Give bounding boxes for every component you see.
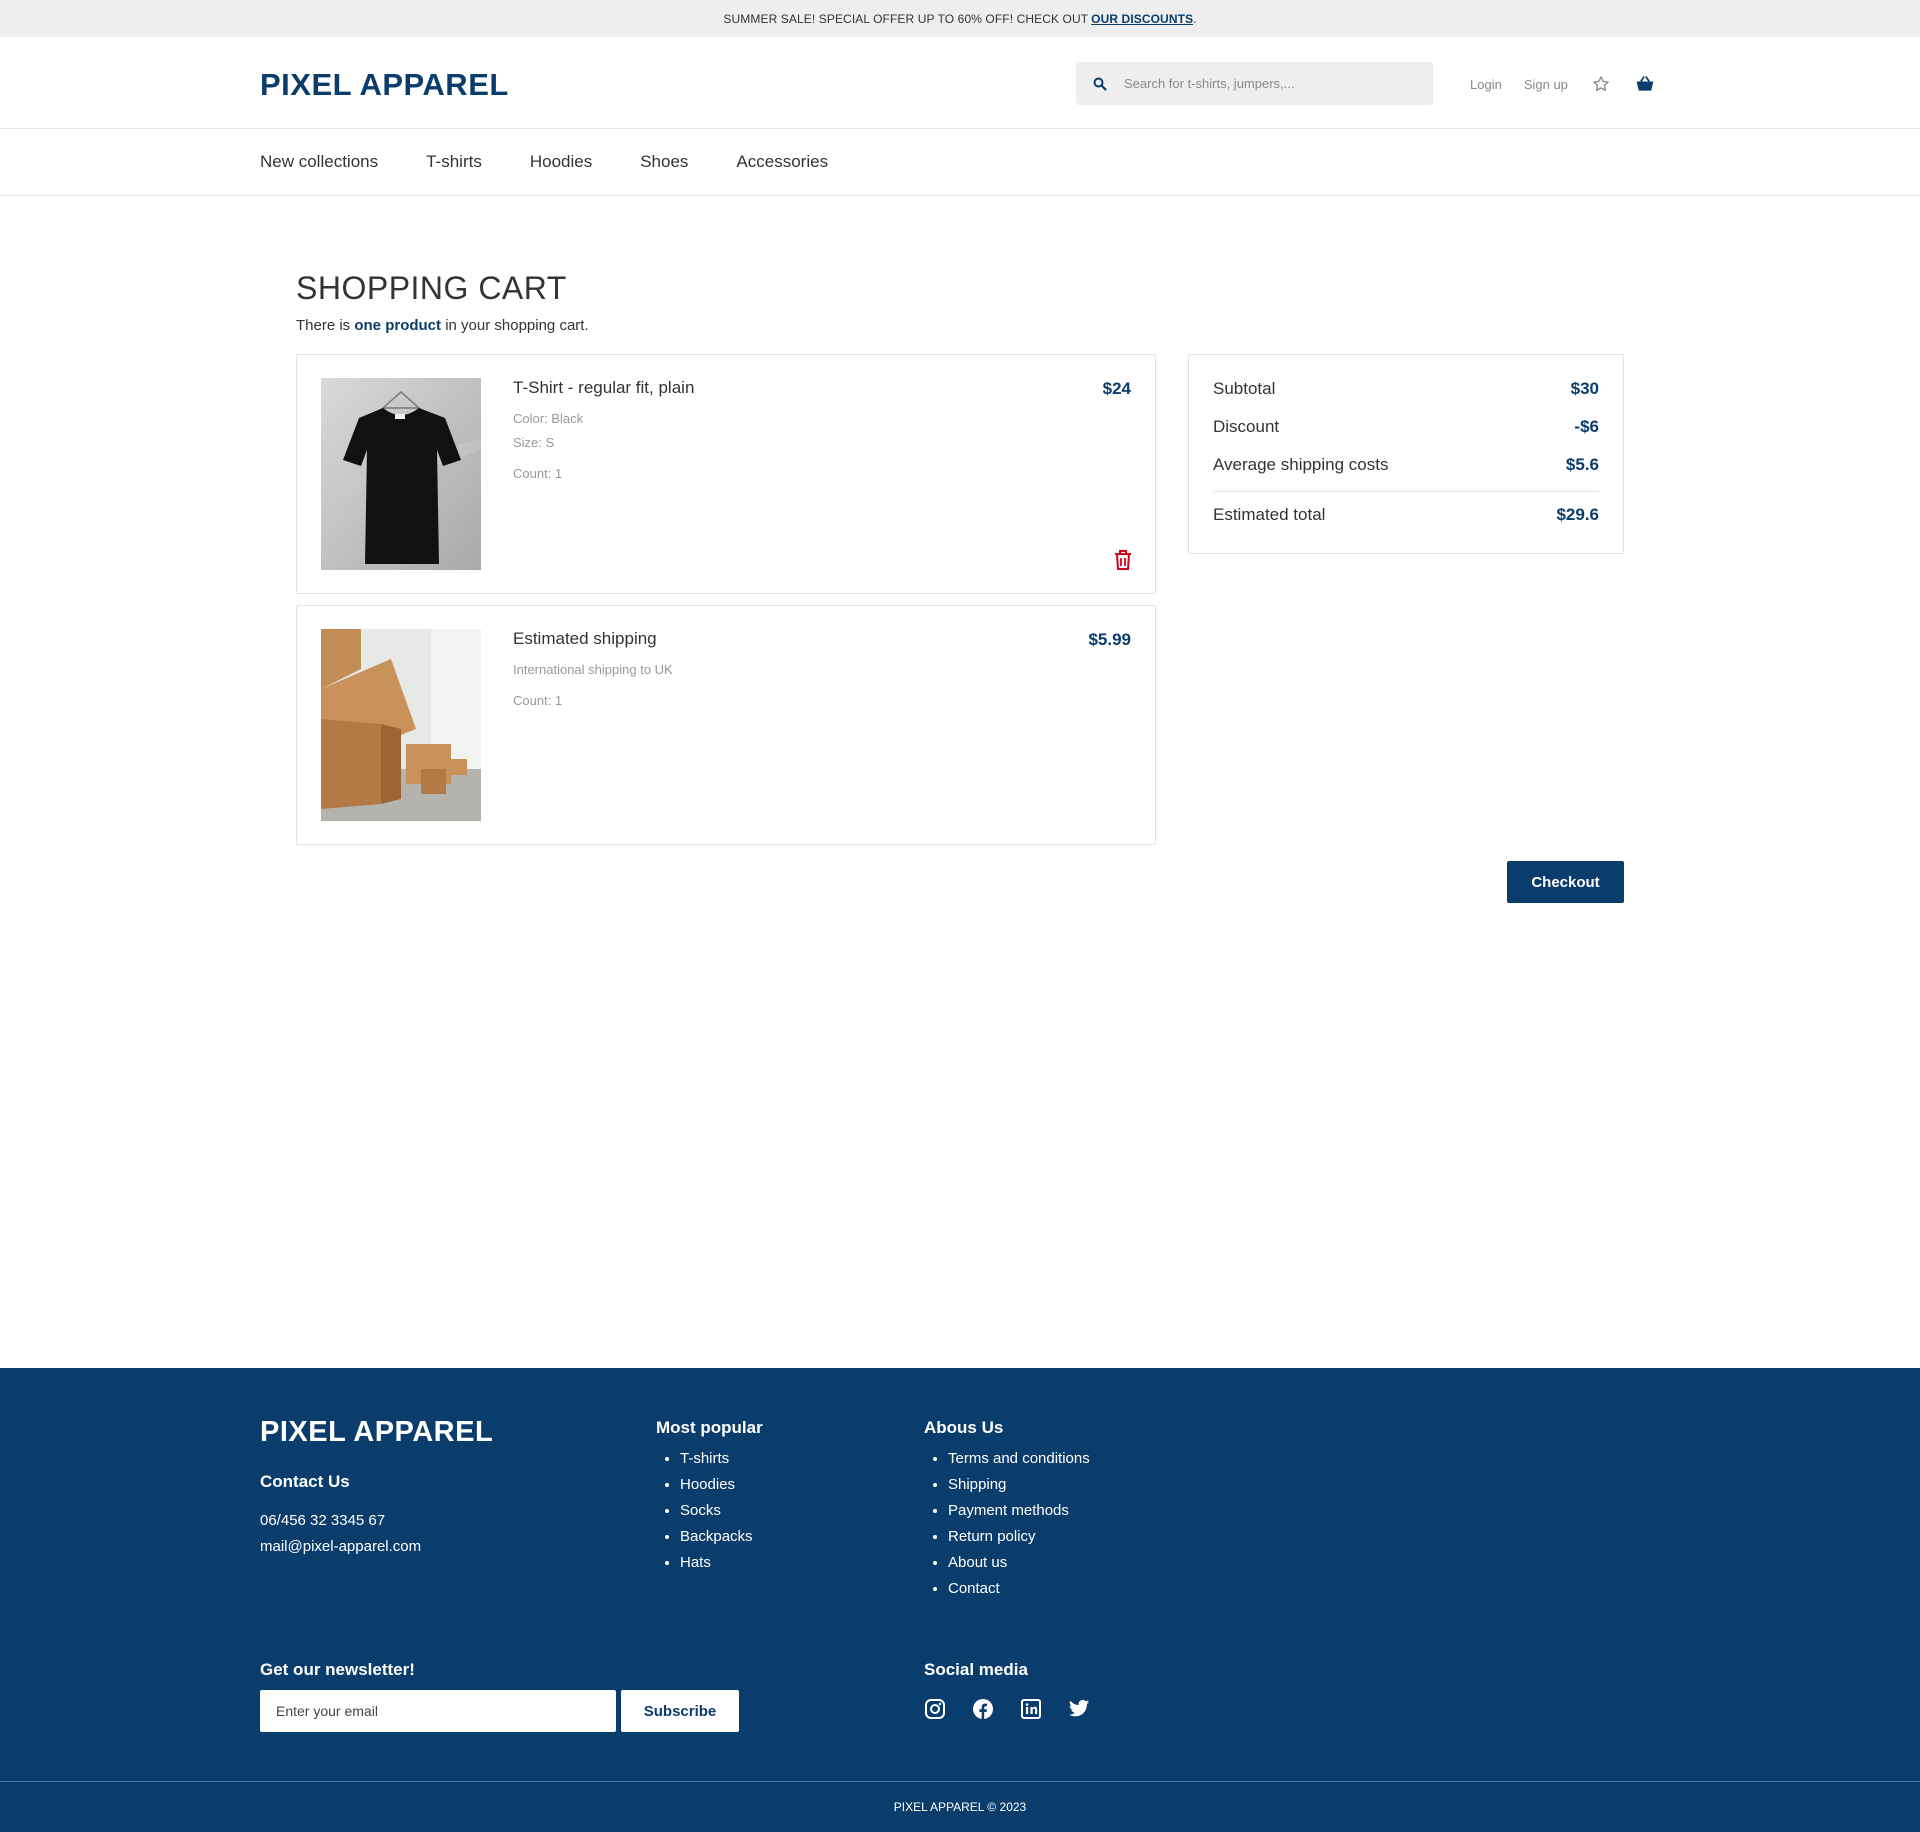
login-link[interactable]: Login xyxy=(1470,77,1502,92)
trash-icon[interactable] xyxy=(1113,549,1133,571)
contact-phone: 06/456 32 3345 67 xyxy=(260,1512,386,1529)
main-nav: New collections T-shirts Hoodies Shoes A… xyxy=(0,130,1920,196)
discount-row: Discount -$6 xyxy=(1213,417,1599,437)
instagram-icon[interactable] xyxy=(924,1698,946,1720)
about-link-about[interactable]: About us xyxy=(948,1550,1090,1576)
subscribe-button[interactable]: Subscribe xyxy=(621,1690,739,1732)
about-link-shipping[interactable]: Shipping xyxy=(948,1472,1090,1498)
promo-banner: SUMMER SALE! SPECIAL OFFER UP TO 60% OFF… xyxy=(0,0,1920,37)
shipping-label: Average shipping costs xyxy=(1213,455,1389,474)
newsletter-email-input[interactable] xyxy=(260,1690,616,1732)
search-bar[interactable] xyxy=(1076,62,1433,105)
social-title: Social media xyxy=(924,1660,1028,1679)
about-link-payment[interactable]: Payment methods xyxy=(948,1498,1090,1524)
item-description: International shipping to UK xyxy=(513,662,673,677)
popular-link-hoodies[interactable]: Hoodies xyxy=(680,1472,753,1498)
shipping-row: Average shipping costs $5.6 xyxy=(1213,455,1599,475)
social-links xyxy=(924,1698,1090,1720)
newsletter-title: Get our newsletter! xyxy=(260,1660,415,1679)
nav-item-shoes[interactable]: Shoes xyxy=(640,152,688,172)
item-name: T-Shirt - regular fit, plain xyxy=(513,378,695,397)
popular-title: Most popular xyxy=(656,1418,763,1437)
nav-item-new-collections[interactable]: New collections xyxy=(260,152,378,172)
item-color: Color: Black xyxy=(513,411,584,426)
item-count: Count: 1 xyxy=(513,466,563,481)
footer-bottom: PIXEL APPAREL © 2023 xyxy=(0,1781,1920,1832)
product-image-tshirt xyxy=(321,378,481,570)
checkout-button[interactable]: Checkout xyxy=(1507,861,1624,903)
twitter-icon[interactable] xyxy=(1068,1698,1090,1720)
promo-text: SUMMER SALE! SPECIAL OFFER UP TO 60% OFF… xyxy=(723,11,1089,26)
subtotal-value: $30 xyxy=(1570,379,1599,398)
total-label: Estimated total xyxy=(1213,505,1326,524)
product-image-shipping xyxy=(321,629,481,821)
cart-sub-after: in your shopping cart. xyxy=(441,317,589,334)
site-header: PIXEL APPAREL Login Sign up xyxy=(0,37,1920,129)
nav-item-hoodies[interactable]: Hoodies xyxy=(530,152,592,172)
about-list: Terms and conditions Shipping Payment me… xyxy=(924,1446,1090,1602)
search-input[interactable] xyxy=(1124,76,1414,91)
discount-label: Discount xyxy=(1213,417,1280,436)
total-row: Estimated total $29.6 xyxy=(1213,505,1599,525)
star-icon[interactable] xyxy=(1590,73,1612,95)
summary-divider xyxy=(1213,491,1599,492)
subtotal-label: Subtotal xyxy=(1213,379,1276,398)
item-price: $5.99 xyxy=(1088,630,1131,649)
cart-summary-text: There is one product in your shopping ca… xyxy=(296,317,589,334)
facebook-icon[interactable] xyxy=(972,1698,994,1720)
contact-title: Contact Us xyxy=(260,1472,350,1491)
cart-sub-highlight: one product xyxy=(354,317,442,334)
order-summary: Subtotal $30 Discount -$6 Average shippi… xyxy=(1188,354,1624,554)
shipping-value: $5.6 xyxy=(1565,455,1599,474)
linkedin-icon[interactable] xyxy=(1020,1698,1042,1720)
footer-logo[interactable]: PIXEL APPAREL xyxy=(260,1416,493,1449)
about-link-terms[interactable]: Terms and conditions xyxy=(948,1446,1090,1472)
popular-link-t-shirts[interactable]: T-shirts xyxy=(680,1446,753,1472)
signup-link[interactable]: Sign up xyxy=(1524,77,1568,92)
basket-icon[interactable] xyxy=(1634,73,1656,95)
cart-item-tshirt: T-Shirt - regular fit, plain Color: Blac… xyxy=(296,354,1156,594)
discount-value: -$6 xyxy=(1574,417,1599,436)
header-actions: Login Sign up xyxy=(1470,70,1656,98)
about-link-contact[interactable]: Contact xyxy=(948,1576,1090,1602)
contact-email[interactable]: mail@pixel-apparel.com xyxy=(260,1538,421,1555)
site-footer: PIXEL APPAREL Contact Us 06/456 32 3345 … xyxy=(0,1368,1920,1832)
cart-item-shipping: Estimated shipping International shippin… xyxy=(296,605,1156,845)
nav-item-accessories[interactable]: Accessories xyxy=(736,152,828,172)
promo-end: . xyxy=(1193,11,1197,26)
cart-sub-before: There is xyxy=(296,317,355,334)
site-logo[interactable]: PIXEL APPAREL xyxy=(260,67,509,103)
page-title: SHOPPING CART xyxy=(296,270,567,306)
popular-link-hats[interactable]: Hats xyxy=(680,1550,753,1576)
item-count: Count: 1 xyxy=(513,693,563,708)
about-link-return[interactable]: Return policy xyxy=(948,1524,1090,1550)
about-title: Abous Us xyxy=(924,1418,1004,1437)
popular-link-backpacks[interactable]: Backpacks xyxy=(680,1524,753,1550)
item-name: Estimated shipping xyxy=(513,629,657,648)
search-icon xyxy=(1076,77,1124,91)
discounts-link[interactable]: OUR DISCOUNTS xyxy=(1091,12,1193,26)
total-value: $29.6 xyxy=(1556,505,1599,524)
item-size: Size: S xyxy=(513,435,555,450)
newsletter-form: Subscribe xyxy=(260,1690,739,1732)
popular-link-socks[interactable]: Socks xyxy=(680,1498,753,1524)
nav-item-t-shirts[interactable]: T-shirts xyxy=(426,152,482,172)
subtotal-row: Subtotal $30 xyxy=(1213,379,1599,399)
copyright: PIXEL APPAREL © 2023 xyxy=(893,1800,1027,1814)
popular-list: T-shirts Hoodies Socks Backpacks Hats xyxy=(656,1446,753,1576)
item-price: $24 xyxy=(1102,379,1131,398)
